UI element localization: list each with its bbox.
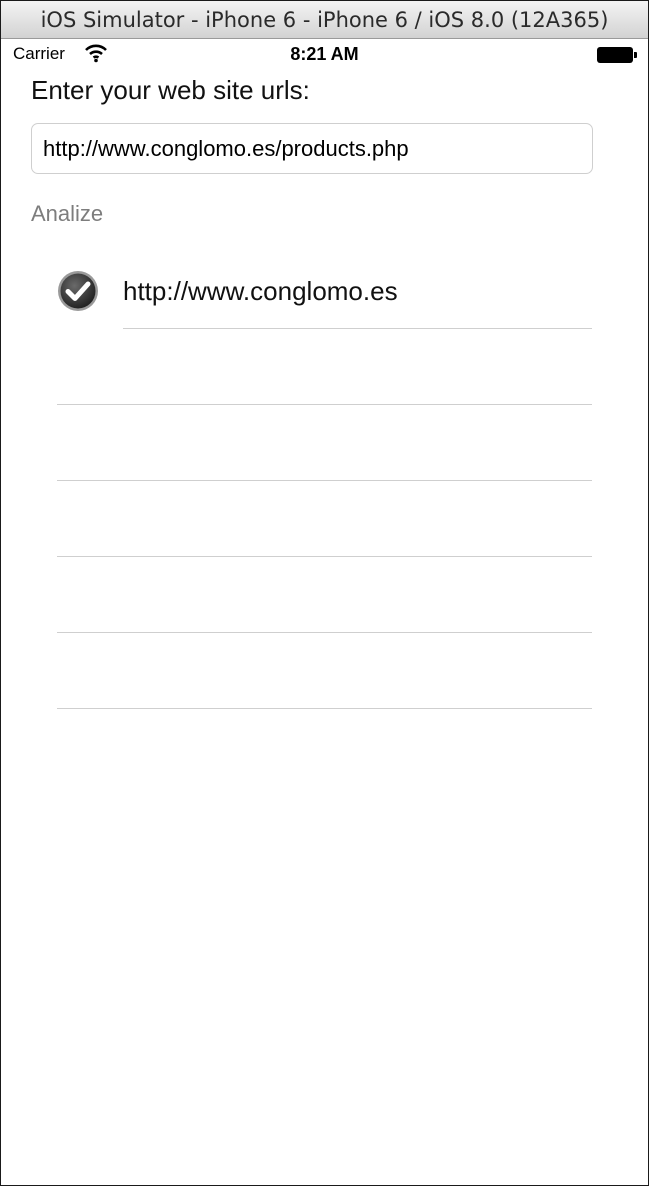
url-input[interactable] (31, 123, 593, 174)
row-divider (57, 708, 592, 709)
window-title: iOS Simulator - iPhone 6 - iPhone 6 / iO… (1, 1, 648, 39)
ios-status-bar: Carrier 8:21 AM (1, 41, 648, 69)
list-item[interactable] (1, 405, 648, 481)
url-prompt-label: Enter your web site urls: (31, 75, 310, 105)
list-item[interactable] (1, 557, 648, 633)
list-item-label: http://www.conglomo.es (123, 276, 398, 306)
simulator-window: iOS Simulator - iPhone 6 - iPhone 6 / iO… (0, 0, 649, 1186)
battery-icon (597, 47, 637, 63)
list-item[interactable] (1, 481, 648, 557)
results-list: http://www.conglomo.es (1, 253, 648, 709)
list-item[interactable]: http://www.conglomo.es (1, 253, 648, 329)
list-item[interactable] (1, 329, 648, 405)
analize-button[interactable]: Analize (31, 201, 103, 227)
status-time: 8:21 AM (290, 44, 359, 64)
checkmark-circle-icon (57, 270, 99, 312)
list-item[interactable] (1, 633, 648, 709)
